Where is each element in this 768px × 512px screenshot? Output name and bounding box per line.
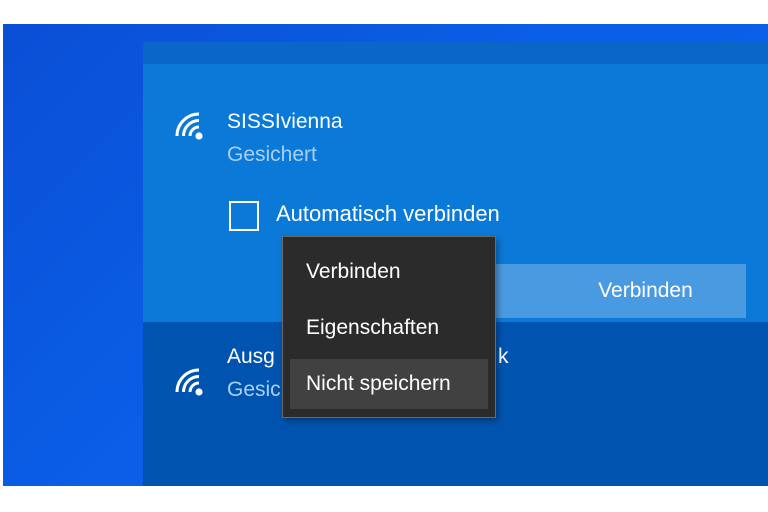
screenshot-frame: SISSIvienna Gesichert Automatisch verbin… (0, 0, 768, 512)
network-context-menu: Verbinden Eigenschaften Nicht speichern (282, 236, 496, 418)
connect-button-label: Verbinden (598, 279, 693, 302)
wifi-signal-icon (175, 112, 203, 140)
network-name-partial-end: k (498, 345, 509, 368)
network-security-status: Gesic (227, 378, 281, 401)
auto-connect-checkbox[interactable] (229, 201, 259, 231)
wifi-signal-icon (175, 368, 203, 396)
menu-item-connect[interactable]: Verbinden (290, 247, 488, 297)
network-name-partial-start: Ausg (227, 345, 275, 368)
connect-button[interactable]: Verbinden (493, 264, 746, 318)
flyout-top-edge (143, 42, 768, 64)
network-security-status: Gesichert (227, 143, 317, 166)
menu-item-forget[interactable]: Nicht speichern (290, 359, 488, 409)
auto-connect-label[interactable]: Automatisch verbinden (276, 201, 500, 227)
network-name: SISSIvienna (227, 110, 343, 133)
menu-item-properties[interactable]: Eigenschaften (290, 303, 488, 353)
